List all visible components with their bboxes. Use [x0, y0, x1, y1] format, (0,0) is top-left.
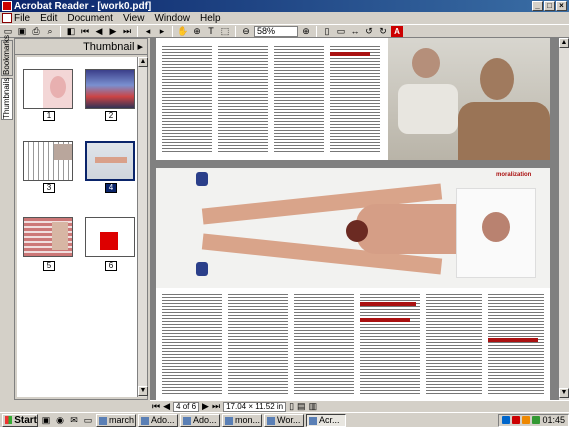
tray-app-icon[interactable] [522, 416, 531, 424]
menu-document[interactable]: Document [67, 13, 113, 24]
task-button[interactable]: Ado... [180, 413, 220, 427]
thumbnail-page-3[interactable] [23, 141, 73, 181]
thumbnail-scrollbar[interactable]: ▲ ▼ [137, 57, 148, 397]
thumbnail-number: 3 [43, 183, 55, 193]
zoom-field[interactable]: 58% [254, 25, 298, 37]
save-icon[interactable]: ▣ [16, 26, 28, 37]
scroll-up-icon[interactable]: ▲ [559, 38, 569, 48]
hand-tool-icon[interactable]: ✋ [177, 26, 189, 37]
start-button[interactable]: Start [2, 413, 38, 427]
acrobat-app-icon[interactable] [2, 1, 12, 11]
thumbnail-number: 5 [43, 261, 55, 271]
menu-window[interactable]: Window [154, 13, 190, 24]
thumbnail-number: 1 [43, 111, 55, 121]
first-page-icon[interactable]: ⏮ [79, 26, 91, 37]
adobe-logo-icon[interactable]: A [391, 25, 403, 37]
scroll-up-icon[interactable]: ▲ [138, 57, 148, 67]
print-icon[interactable]: ⎙ [30, 26, 42, 37]
page-upper [156, 38, 550, 160]
fit-page-icon[interactable]: ▭ [335, 26, 347, 37]
first-page-icon[interactable]: ⏮ [152, 401, 160, 412]
scroll-down-icon[interactable]: ▼ [138, 386, 148, 396]
magazine-logo: moralization [496, 172, 532, 178]
search-icon[interactable]: ⌕ [44, 26, 56, 37]
thumbnail-list: 1 2 3 4 5 6 [17, 57, 147, 397]
window-title: Acrobat Reader - [work0.pdf] [14, 0, 152, 12]
page-size-field: 17.04 × 11.52 in [223, 401, 287, 412]
prev-page-icon[interactable]: ◀ [93, 26, 105, 37]
title-bar: Acrobat Reader - [work0.pdf] _ □ × [0, 0, 569, 12]
navigation-tabs: Bookmarks Thumbnails [0, 35, 14, 400]
document-scrollbar[interactable]: ▲ ▼ [558, 38, 569, 400]
folder-icon[interactable]: ▭ [82, 415, 94, 426]
thumbnail-number: 2 [105, 111, 117, 121]
zoom-tool-icon[interactable]: ⊕ [191, 26, 203, 37]
continuous-icon[interactable]: ▤ [297, 401, 306, 412]
browser-icon[interactable]: ◉ [54, 415, 66, 426]
status-bar: ⏮ ◀ 4 of 6 ▶ ⏭ 17.04 × 11.52 in ▯ ▤ ▥ [150, 400, 569, 412]
photo-men-seated [388, 38, 550, 160]
windows-logo-icon [5, 416, 13, 424]
toolbar: ▭ ▣ ⎙ ⌕ ◧ ⏮ ◀ ▶ ⏭ ◂ ▸ ✋ ⊕ T ⬚ ⊖ 58% ⊕ ▯ … [0, 24, 569, 38]
prev-page-icon[interactable]: ◀ [163, 401, 170, 412]
menu-bar: File Edit Document View Window Help [0, 12, 569, 24]
last-page-icon[interactable]: ⏭ [121, 26, 133, 37]
fit-width-icon[interactable]: ↔ [349, 26, 361, 37]
tray-antivirus-icon[interactable] [512, 416, 521, 424]
minimize-button[interactable]: _ [532, 1, 543, 11]
thumbnail-page-1[interactable] [23, 69, 73, 109]
tab-bookmarks[interactable]: Bookmarks [1, 35, 13, 76]
thumbnail-panel-header[interactable]: Thumbnail ▸ [15, 39, 147, 55]
system-tray: 01:45 [498, 413, 569, 427]
zoom-in-icon[interactable]: ⊕ [300, 26, 312, 37]
menu-edit[interactable]: Edit [40, 13, 57, 24]
mail-icon[interactable]: ✉ [68, 415, 80, 426]
menu-help[interactable]: Help [200, 13, 221, 24]
show-navigation-icon[interactable]: ◧ [65, 26, 77, 37]
photo-man-lying: moralization [156, 168, 550, 288]
task-button[interactable]: Ado... [138, 413, 178, 427]
thumbnail-page-6[interactable] [85, 217, 135, 257]
document-icon[interactable] [2, 13, 12, 23]
next-page-icon[interactable]: ▶ [107, 26, 119, 37]
menu-view[interactable]: View [123, 13, 145, 24]
single-page-icon[interactable]: ▯ [289, 401, 294, 412]
tray-volume-icon[interactable] [532, 416, 541, 424]
task-button[interactable]: march [96, 413, 136, 427]
task-button[interactable]: Wor... [264, 413, 304, 427]
go-forward-icon[interactable]: ▸ [156, 26, 168, 37]
desktop-icon[interactable]: ▣ [40, 415, 52, 426]
tray-network-icon[interactable] [502, 416, 511, 424]
facing-icon[interactable]: ▥ [309, 401, 318, 412]
actual-size-icon[interactable]: ▯ [321, 26, 333, 37]
task-button-active[interactable]: Acr... [306, 413, 346, 427]
menu-file[interactable]: File [14, 13, 30, 24]
zoom-out-icon[interactable]: ⊖ [240, 26, 252, 37]
close-button[interactable]: × [556, 1, 567, 11]
rotate-left-icon[interactable]: ↺ [363, 26, 375, 37]
maximize-button[interactable]: □ [544, 1, 555, 11]
thumbnail-page-2[interactable] [85, 69, 135, 109]
page-lower: moralization [156, 168, 550, 400]
task-button[interactable]: mon... [222, 413, 262, 427]
go-back-icon[interactable]: ◂ [142, 26, 154, 37]
document-view[interactable]: moralization [150, 38, 558, 400]
tab-thumbnails[interactable]: Thumbnails [1, 78, 13, 120]
thumbnail-panel: Thumbnail ▸ 1 2 3 4 5 6 ▲ ▼ [14, 38, 148, 400]
thumbnail-number: 4 [105, 183, 117, 193]
thumbnail-page-4[interactable] [85, 141, 135, 181]
next-page-icon[interactable]: ▶ [202, 401, 209, 412]
select-text-icon[interactable]: T [205, 26, 217, 37]
rotate-right-icon[interactable]: ↻ [377, 26, 389, 37]
last-page-icon[interactable]: ⏭ [212, 401, 220, 412]
page-number-field[interactable]: 4 of 6 [173, 401, 200, 412]
thumbnail-number: 6 [105, 261, 117, 271]
scroll-down-icon[interactable]: ▼ [559, 388, 569, 398]
clock: 01:45 [542, 415, 565, 425]
select-graphics-icon[interactable]: ⬚ [219, 26, 231, 37]
taskbar: Start ▣ ◉ ✉ ▭ march Ado... Ado... mon...… [0, 412, 569, 427]
thumbnail-page-5[interactable] [23, 217, 73, 257]
